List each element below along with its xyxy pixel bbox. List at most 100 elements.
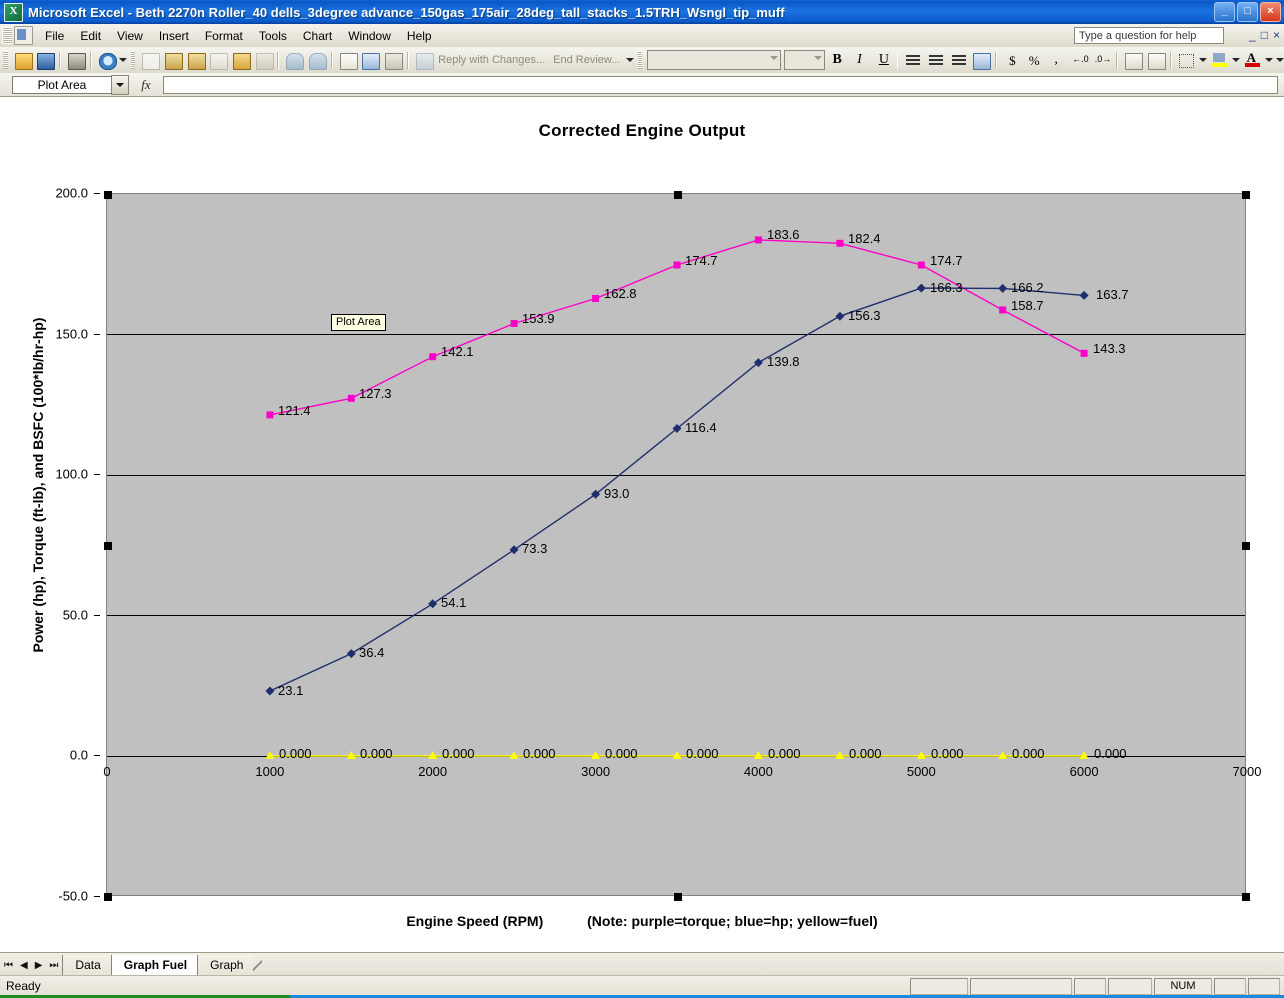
chevron-down-icon[interactable] — [770, 56, 779, 60]
first-sheet-icon[interactable]: ⏮ — [4, 961, 13, 971]
resize-handle[interactable] — [104, 893, 112, 901]
chart-title[interactable]: Corrected Engine Output — [0, 121, 1284, 141]
undo-icon[interactable] — [283, 50, 305, 71]
cut-icon[interactable] — [207, 50, 229, 71]
plot-area[interactable]: 121.4 127.3 142.1 153.9 162.8 174.7 183.… — [103, 191, 1261, 901]
minimize-button[interactable]: _ — [1214, 2, 1235, 22]
status-indicators: NUM — [910, 978, 1280, 995]
merge-cells-icon[interactable] — [970, 50, 992, 71]
align-right-icon[interactable] — [948, 50, 969, 71]
decrease-decimal-icon[interactable]: .0→ — [1092, 50, 1113, 71]
end-review-label[interactable]: End Review... — [549, 54, 624, 66]
menu-item-chart[interactable]: Chart — [295, 26, 340, 46]
menu-grip-handle[interactable] — [2, 27, 12, 44]
name-box[interactable]: Plot Area — [12, 75, 112, 94]
fuel-data-label: 0.000 — [686, 746, 719, 761]
restore-button[interactable]: □ — [1237, 2, 1258, 22]
sheet-tab-graph[interactable]: Graph — [197, 955, 254, 976]
print-icon[interactable] — [65, 50, 86, 71]
redo-icon[interactable] — [306, 50, 327, 71]
formula-input[interactable] — [163, 75, 1278, 94]
menu-item-format[interactable]: Format — [197, 26, 251, 46]
new-document-icon[interactable] — [139, 50, 161, 71]
toolbar-grip-handle[interactable] — [637, 51, 643, 69]
menu-item-view[interactable]: View — [109, 26, 151, 46]
name-box-dropdown-icon[interactable] — [111, 74, 129, 95]
resize-handle[interactable] — [104, 542, 112, 550]
increase-decimal-icon[interactable]: ←.0 — [1069, 50, 1090, 71]
font-size-select[interactable] — [784, 50, 826, 70]
print-preview-icon[interactable] — [96, 50, 117, 71]
bold-icon[interactable]: B — [826, 50, 847, 71]
resize-handle[interactable] — [1242, 191, 1250, 199]
sheet-tab-data[interactable]: Data — [62, 955, 111, 976]
clear-icon[interactable] — [253, 50, 274, 71]
menu-item-insert[interactable]: Insert — [151, 26, 197, 46]
chart-wizard-icon[interactable] — [337, 50, 358, 71]
y-tick-label: 150.0 — [55, 326, 88, 342]
copy-icon[interactable] — [185, 50, 206, 71]
reply-with-changes-icon[interactable] — [413, 50, 434, 71]
fill-color-icon[interactable] — [1209, 50, 1230, 71]
x-axis-note[interactable]: (Note: purple=torque; blue=hp; yellow=fu… — [547, 913, 878, 929]
align-center-icon[interactable] — [925, 50, 946, 71]
previous-sheet-icon[interactable]: ◀ — [20, 961, 28, 971]
menu-item-help[interactable]: Help — [399, 26, 440, 46]
last-sheet-icon[interactable]: ⏭ — [49, 961, 58, 971]
reply-with-changes-label[interactable]: Reply with Changes... — [434, 54, 549, 66]
menu-item-file[interactable]: File — [37, 26, 72, 46]
power-markers[interactable] — [265, 283, 1089, 696]
fill-color-dropdown-icon[interactable] — [1230, 50, 1241, 71]
ask-a-question-input[interactable]: Type a question for help — [1074, 27, 1224, 44]
chevron-down-icon[interactable] — [814, 56, 823, 60]
menu-item-window[interactable]: Window — [340, 26, 399, 46]
paste-icon[interactable] — [162, 50, 183, 71]
underline-icon[interactable]: U — [872, 50, 893, 71]
open-icon[interactable] — [12, 50, 33, 71]
resize-handle[interactable] — [674, 191, 682, 199]
italic-icon[interactable]: I — [849, 50, 870, 71]
save-icon[interactable] — [34, 50, 56, 71]
resize-handle[interactable] — [1242, 893, 1250, 901]
comma-format-icon[interactable]: , — [1046, 50, 1067, 71]
font-name-select[interactable] — [647, 50, 782, 70]
power-data-label: 156.3 — [848, 308, 881, 323]
borders-icon[interactable] — [1176, 50, 1197, 71]
decrease-indent-icon[interactable] — [1122, 50, 1144, 71]
power-series-line[interactable] — [269, 287, 1085, 692]
x-axis-title[interactable]: Engine Speed (RPM) — [406, 913, 543, 929]
workbook-close-button[interactable]: × — [1273, 28, 1280, 42]
font-color-icon[interactable]: A — [1242, 50, 1263, 71]
insert-table-icon[interactable] — [359, 50, 381, 71]
format-painter-icon[interactable] — [230, 50, 251, 71]
power-data-label: 163.7 — [1096, 287, 1129, 302]
toolbar-grip-handle[interactable] — [3, 51, 8, 69]
menu-item-edit[interactable]: Edit — [72, 26, 109, 46]
close-button[interactable]: × — [1260, 2, 1281, 22]
currency-format-icon[interactable]: $ — [1001, 50, 1022, 71]
percent-format-icon[interactable]: % — [1024, 50, 1045, 71]
toolbar-overflow-icon[interactable] — [624, 50, 635, 71]
attachment-icon[interactable] — [382, 50, 403, 71]
resize-handle[interactable] — [104, 191, 112, 199]
fuel-data-label: 0.000 — [442, 746, 475, 761]
menu-item-tools[interactable]: Tools — [251, 26, 295, 46]
align-left-icon[interactable] — [902, 50, 923, 71]
insert-function-icon[interactable]: fx — [129, 77, 163, 93]
toolbar-grip-handle[interactable] — [130, 51, 136, 69]
menu-bar: File Edit View Insert Format Tools Chart… — [0, 24, 1284, 48]
font-color-dropdown-icon[interactable] — [1263, 50, 1274, 71]
workbook-minimize-button[interactable]: _ — [1249, 28, 1256, 42]
resize-handle[interactable] — [674, 893, 682, 901]
sheet-tab-graph-fuel[interactable]: Graph Fuel — [110, 955, 198, 976]
toolbar-overflow-icon[interactable] — [1274, 50, 1284, 71]
increase-indent-icon[interactable] — [1145, 50, 1167, 71]
toolbar-overflow-icon[interactable] — [117, 50, 128, 71]
next-sheet-icon[interactable]: ▶ — [35, 961, 43, 971]
resize-handle[interactable] — [1242, 542, 1250, 550]
y-tick-label: 100.0 — [55, 466, 88, 482]
excel-logo-icon: X — [4, 2, 23, 22]
y-axis[interactable]: 200.0 150.0 100.0 50.0 0.0 -50.0 — [0, 186, 100, 904]
workbook-restore-button[interactable]: □ — [1261, 28, 1268, 42]
borders-dropdown-icon[interactable] — [1197, 50, 1208, 71]
